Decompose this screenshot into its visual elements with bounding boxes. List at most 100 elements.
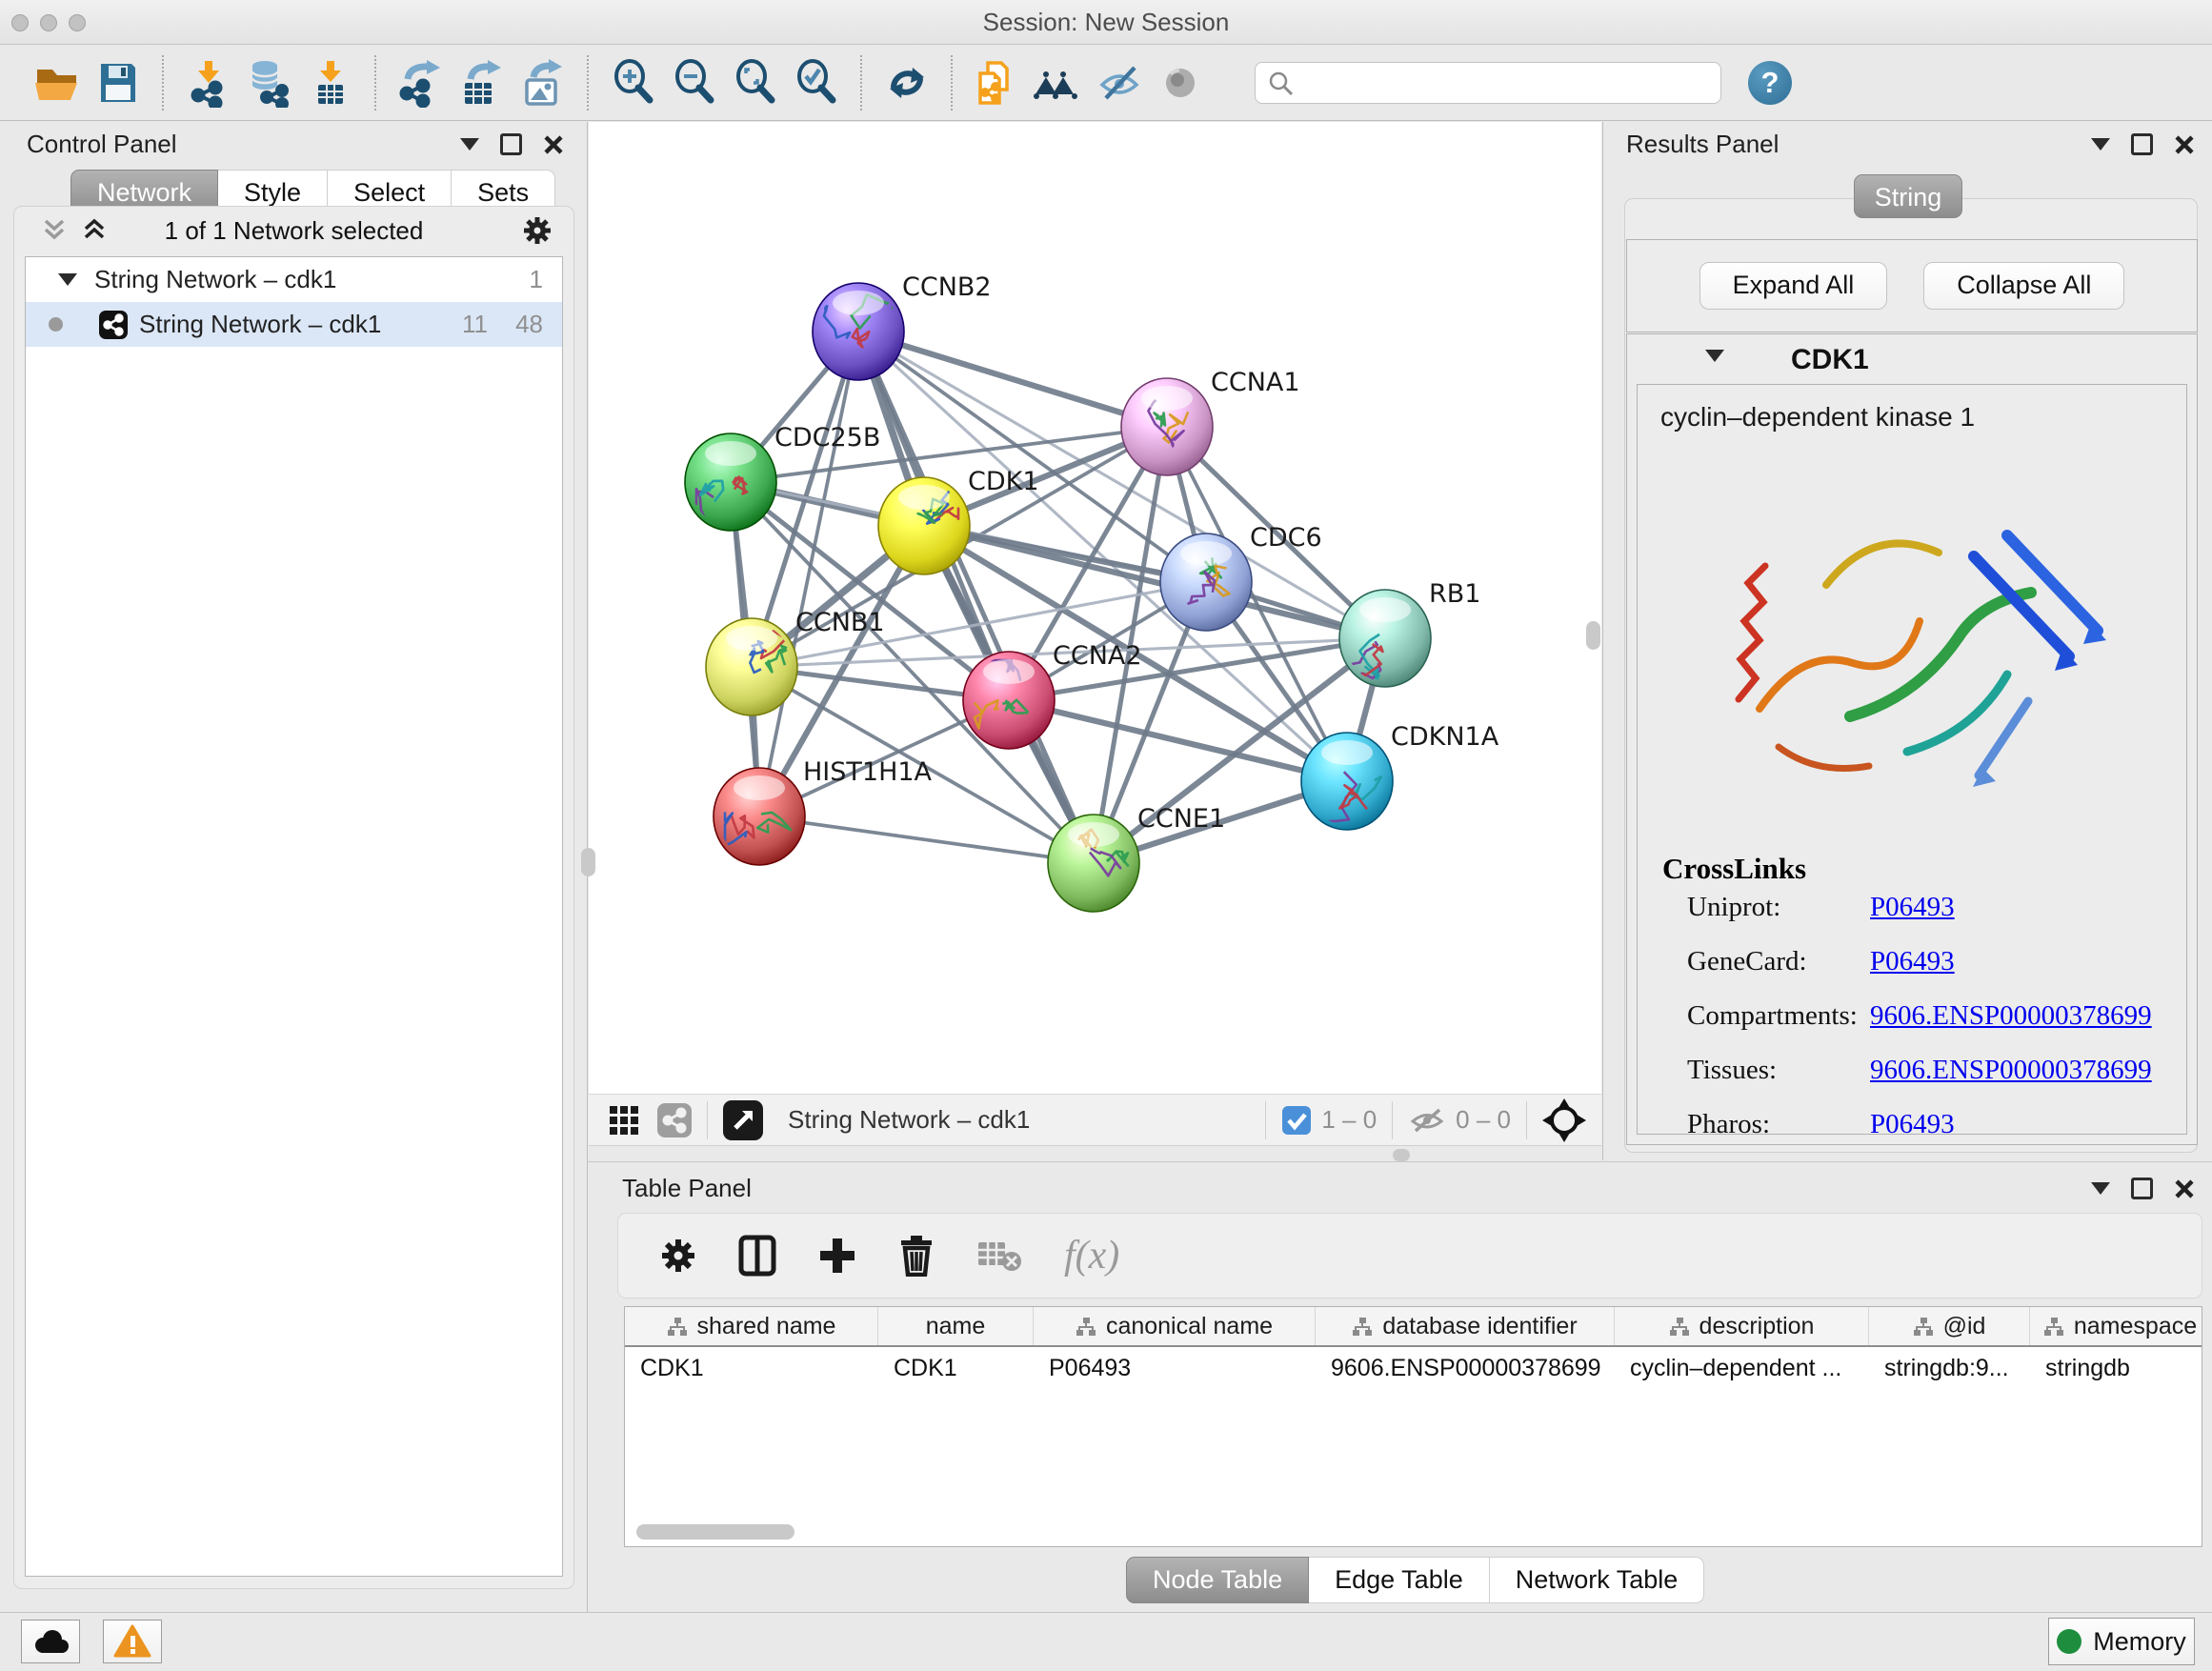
table-cell[interactable]: 9606.ENSP00000378699 bbox=[1316, 1355, 1615, 1382]
collapse-all-button[interactable]: Collapse All bbox=[1923, 262, 2124, 310]
export-network-icon[interactable] bbox=[391, 54, 452, 111]
table-cell[interactable]: cyclin–dependent ... bbox=[1615, 1355, 1869, 1382]
table-row[interactable]: CDK1CDK1P064939606.ENSP00000378699cyclin… bbox=[625, 1347, 2202, 1389]
search-input[interactable] bbox=[1255, 62, 1721, 104]
network-edge-HIST1H1A-CCNE1[interactable] bbox=[759, 816, 1094, 863]
tab-network-table[interactable]: Network Table bbox=[1490, 1557, 1705, 1603]
memory-label: Memory bbox=[2093, 1627, 2186, 1657]
save-session-icon[interactable] bbox=[88, 54, 149, 111]
export-table-icon[interactable] bbox=[452, 54, 513, 111]
column-header-shared-name[interactable]: shared name bbox=[625, 1307, 878, 1345]
hidden-items-eye-icon[interactable] bbox=[1408, 1104, 1446, 1137]
table-cell[interactable]: CDK1 bbox=[878, 1355, 1034, 1382]
function-builder-icon[interactable]: f(x) bbox=[1064, 1233, 1119, 1278]
zoom-fit-content-icon[interactable] bbox=[725, 54, 786, 111]
network-node-RB1[interactable]: RB1 bbox=[1339, 579, 1480, 687]
delete-table-icon[interactable] bbox=[976, 1238, 1022, 1273]
first-neighbors-icon[interactable] bbox=[1028, 54, 1089, 111]
zoom-out-icon[interactable] bbox=[664, 54, 725, 111]
search-field[interactable] bbox=[1255, 62, 1721, 104]
network-options-gear-icon[interactable] bbox=[522, 215, 553, 246]
column-header-description[interactable]: description bbox=[1615, 1307, 1869, 1345]
network-node-CCNE1[interactable]: CCNE1 bbox=[1048, 804, 1225, 912]
add-column-icon[interactable] bbox=[818, 1237, 856, 1275]
cloud-status-button[interactable] bbox=[21, 1620, 80, 1663]
column-header-@id[interactable]: @id bbox=[1869, 1307, 2030, 1345]
zoom-selected-icon[interactable] bbox=[786, 54, 847, 111]
network-mode-icon[interactable] bbox=[657, 1103, 692, 1137]
show-columns-icon[interactable] bbox=[738, 1235, 776, 1277]
horizontal-scrollbar[interactable] bbox=[636, 1524, 794, 1540]
table-cell[interactable]: stringdb bbox=[2030, 1355, 2202, 1382]
import-network-from-database-icon[interactable] bbox=[239, 54, 300, 111]
close-panel-icon[interactable] bbox=[2174, 134, 2195, 155]
float-panel-icon[interactable] bbox=[2131, 1178, 2153, 1199]
node-label: CCNE1 bbox=[1137, 804, 1225, 834]
crosslink-row: Pharos:P06493 bbox=[1687, 1109, 2186, 1135]
crosslinks-title: CrossLinks bbox=[1662, 852, 2186, 886]
network-node-HIST1H1A[interactable]: HIST1H1A bbox=[714, 757, 933, 865]
column-label: name bbox=[926, 1313, 986, 1340]
table-panel-title: Table Panel bbox=[622, 1174, 752, 1203]
node-label: CDC25B bbox=[774, 423, 880, 453]
section-expander-icon[interactable] bbox=[1705, 350, 1724, 362]
close-panel-icon[interactable] bbox=[543, 134, 564, 155]
column-header-namespace[interactable]: namespace bbox=[2030, 1307, 2202, 1345]
warning-icon bbox=[113, 1624, 151, 1659]
table-cell[interactable]: CDK1 bbox=[625, 1355, 878, 1382]
import-network-from-file-icon[interactable] bbox=[178, 54, 239, 111]
toolbar-separator bbox=[162, 55, 165, 111]
left-splitter-handle[interactable] bbox=[581, 848, 595, 876]
tab-edge-table[interactable]: Edge Table bbox=[1309, 1557, 1490, 1603]
network-node-CDKN1A[interactable]: CDKN1A bbox=[1301, 722, 1499, 830]
network-edge-CCNB2-CCNA1[interactable] bbox=[858, 332, 1167, 427]
birds-eye-view-icon[interactable] bbox=[1542, 1098, 1586, 1142]
crosslink-label: Uniprot: bbox=[1687, 892, 1870, 923]
show-all-icon[interactable] bbox=[1150, 54, 1211, 111]
duplicate-page-icon[interactable] bbox=[967, 54, 1028, 111]
network-collection-row[interactable]: String Network – cdk1 1 bbox=[26, 257, 562, 302]
column-header-name[interactable]: name bbox=[878, 1307, 1034, 1345]
delete-column-icon[interactable] bbox=[898, 1235, 935, 1277]
table-cell[interactable]: stringdb:9... bbox=[1869, 1355, 2030, 1382]
close-panel-icon[interactable] bbox=[2174, 1178, 2195, 1199]
crosslink-link[interactable]: P06493 bbox=[1870, 892, 1955, 923]
apply-preferred-layout-icon[interactable] bbox=[876, 54, 937, 111]
hide-selected-icon[interactable] bbox=[1089, 54, 1150, 111]
expand-all-button[interactable]: Expand All bbox=[1699, 262, 1888, 310]
float-panel-icon[interactable] bbox=[500, 133, 522, 155]
help-icon[interactable]: ? bbox=[1748, 61, 1792, 105]
import-table-from-file-icon[interactable] bbox=[300, 54, 361, 111]
horizontal-splitter-handle[interactable] bbox=[1393, 1149, 1410, 1161]
export-image-icon[interactable] bbox=[513, 54, 573, 111]
table-options-gear-icon[interactable] bbox=[660, 1238, 696, 1274]
network-node-CDK1[interactable]: CDK1 bbox=[878, 467, 1039, 574]
panel-menu-icon[interactable] bbox=[2091, 1182, 2110, 1195]
column-header-canonical-name[interactable]: canonical name bbox=[1034, 1307, 1316, 1345]
column-header-database-identifier[interactable]: database identifier bbox=[1316, 1307, 1615, 1345]
tab-node-table[interactable]: Node Table bbox=[1126, 1557, 1309, 1603]
crosslink-link[interactable]: P06493 bbox=[1870, 946, 1955, 977]
right-splitter-handle[interactable] bbox=[1586, 621, 1600, 650]
memory-button[interactable]: Memory bbox=[2048, 1618, 2195, 1665]
crosslink-link[interactable]: P06493 bbox=[1870, 1109, 1955, 1135]
detach-view-icon[interactable] bbox=[723, 1100, 763, 1140]
network-view[interactable]: CCNB2CCNA1CDC25BCDK1CDC6RB1CCNB1CCNA2CDK… bbox=[589, 122, 1601, 1094]
network-edge-CCNB2-HIST1H1A[interactable] bbox=[759, 332, 858, 816]
network-row[interactable]: String Network – cdk1 11 48 bbox=[26, 302, 562, 347]
table-cell[interactable]: P06493 bbox=[1034, 1355, 1316, 1382]
panel-menu-icon[interactable] bbox=[2091, 138, 2110, 151]
selected-items-checkbox-icon[interactable] bbox=[1281, 1105, 1312, 1136]
grid-mode-icon[interactable] bbox=[608, 1104, 640, 1137]
zoom-in-icon[interactable] bbox=[603, 54, 664, 111]
collection-expander-icon[interactable] bbox=[58, 273, 77, 286]
crosslink-link[interactable]: 9606.ENSP00000378699 bbox=[1870, 1000, 2152, 1032]
crosslink-link[interactable]: 9606.ENSP00000378699 bbox=[1870, 1055, 2152, 1086]
open-session-icon[interactable] bbox=[27, 54, 88, 111]
network-node-CCNA1[interactable]: CCNA1 bbox=[1121, 368, 1300, 475]
warnings-button[interactable] bbox=[103, 1620, 162, 1663]
tab-string[interactable]: String bbox=[1854, 174, 1962, 218]
node-section-header[interactable]: CDK1 bbox=[1627, 334, 2197, 384]
panel-menu-icon[interactable] bbox=[460, 138, 479, 151]
float-panel-icon[interactable] bbox=[2131, 133, 2153, 155]
